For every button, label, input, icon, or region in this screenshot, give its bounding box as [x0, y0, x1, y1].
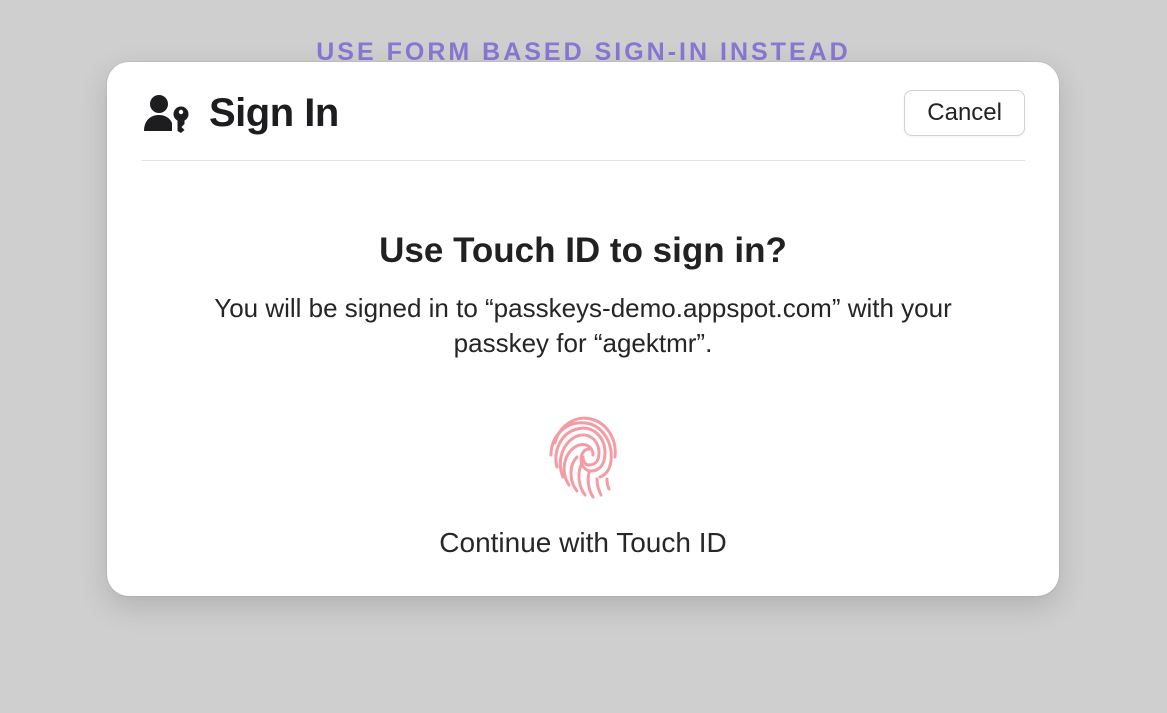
dialog-title-group: Sign In: [141, 91, 339, 136]
dialog-header: Sign In Cancel: [107, 62, 1059, 160]
passkey-icon: [141, 93, 193, 133]
fingerprint-icon: [535, 409, 631, 505]
touch-id-group[interactable]: Continue with Touch ID: [167, 409, 999, 559]
sign-in-dialog: Sign In Cancel Use Touch ID to sign in? …: [107, 62, 1059, 596]
prompt-title: Use Touch ID to sign in?: [167, 231, 999, 271]
dialog-content: Use Touch ID to sign in? You will be sig…: [107, 161, 1059, 559]
prompt-description: You will be signed in to “passkeys-demo.…: [203, 291, 963, 361]
continue-touch-id-label: Continue with Touch ID: [439, 527, 726, 559]
dialog-title: Sign In: [209, 91, 339, 136]
cancel-button[interactable]: Cancel: [904, 90, 1025, 136]
